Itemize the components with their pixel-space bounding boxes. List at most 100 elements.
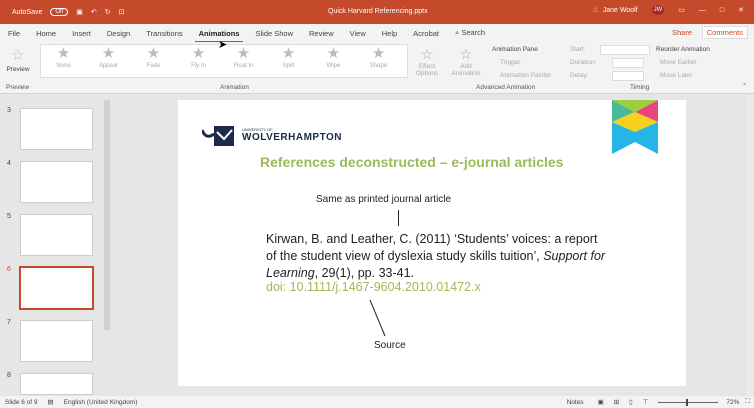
maximize-icon[interactable]: □ [720, 7, 724, 14]
effect-appear[interactable]: ★ Appear [86, 45, 131, 77]
preview-group-label: Preview [6, 84, 30, 91]
effect-label: Appear [98, 63, 119, 69]
slide-sorter-icon[interactable]: ⊞ [614, 398, 619, 406]
share-button[interactable]: Share [672, 28, 692, 37]
effect-float-in[interactable]: ★ Float In [221, 45, 266, 77]
wolverhampton-logo-icon [202, 126, 234, 146]
move-later-button[interactable]: Move Later [660, 72, 693, 79]
autosave-label: AutoSave [12, 8, 43, 16]
thumbnail-scrollbar[interactable] [104, 100, 110, 330]
doi-text: doi: 10.1111/j.1467-9604.2010.01472.x [266, 280, 481, 294]
zoom-slider[interactable] [658, 398, 719, 406]
slideshow-icon[interactable]: ⊤ [643, 398, 649, 406]
animation-pane-button[interactable]: Animation Pane [492, 46, 538, 53]
language-indicator[interactable]: English (United Kingdom) [64, 399, 138, 406]
slide-heading: References deconstructed – e-journal art… [260, 154, 564, 170]
reading-view-icon[interactable]: ▯ [629, 398, 633, 406]
tab-acrobat[interactable]: Acrobat [405, 29, 447, 38]
notes-button[interactable]: Notes [567, 399, 584, 406]
label-same-as-printed: Same as printed journal article [316, 194, 452, 205]
duration-input[interactable] [612, 58, 644, 68]
reorder-label: Reorder Animation [656, 46, 710, 53]
star-icon: ★ [371, 45, 386, 62]
normal-view-icon[interactable]: ▣ [598, 398, 604, 406]
tab-animations[interactable]: Animations [191, 29, 248, 43]
move-earlier-button[interactable]: Move Earlier [660, 59, 696, 66]
present-icon[interactable]: ⊡ [119, 8, 125, 16]
collapse-ribbon-icon[interactable]: ⌃ [742, 82, 747, 90]
effect-label: Float In [233, 63, 254, 69]
animation-painter-button[interactable]: Animation Painter [500, 72, 551, 79]
preview-icon[interactable]: ☆ [6, 46, 30, 64]
effect-options-label: Effect Options [415, 63, 439, 77]
tab-slide-show[interactable]: Slide Show [247, 29, 301, 38]
label-source: Source [374, 340, 406, 351]
effect-none[interactable]: ★ None [41, 45, 86, 77]
slide-number: 7 [7, 319, 11, 326]
slide-thumbnail-selected[interactable] [19, 266, 94, 310]
effect-wipe[interactable]: ★ Wipe [311, 45, 356, 77]
comments-button[interactable]: Comments [701, 26, 748, 39]
slide-thumbnail[interactable] [20, 373, 93, 395]
slide-thumbnail[interactable] [20, 214, 93, 256]
preview-button[interactable]: Preview [6, 66, 29, 73]
tab-help[interactable]: Help [374, 29, 405, 38]
vertical-scrollbar[interactable] [746, 95, 754, 395]
effect-fade[interactable]: ★ Fade [131, 45, 176, 77]
slide-thumbnail[interactable] [20, 108, 93, 150]
search-box[interactable]: ⌕ Search [447, 28, 493, 38]
effect-options-button[interactable]: ☆ Effect Options [414, 46, 440, 77]
tab-insert[interactable]: Insert [64, 29, 99, 38]
close-icon[interactable]: ✕ [738, 6, 744, 14]
slide-counter: Slide 6 of 9 [5, 398, 38, 406]
ribbon: ☆ Preview Preview ★ None ★ Appear ★ Fade ★ F… [0, 42, 754, 94]
slide-number: 8 [7, 372, 11, 379]
tab-transitions[interactable]: Transitions [138, 29, 190, 38]
effect-split[interactable]: ★ Split [266, 45, 311, 77]
autosave-toggle[interactable]: Off [50, 8, 69, 16]
ribbon-display-icon[interactable]: ▭ [678, 6, 685, 14]
mouse-cursor-icon: ➤ [218, 39, 228, 51]
effect-label: Fly In [191, 63, 206, 69]
start-dropdown[interactable] [600, 45, 650, 55]
star-icon: ★ [146, 45, 161, 62]
title-bar: AutoSave Off ▣ ↶ ↻ ⊡ Quick Harvard Refer… [0, 0, 754, 24]
zoom-level[interactable]: 72% [726, 399, 739, 406]
tab-view[interactable]: View [342, 29, 374, 38]
spellcheck-icon[interactable]: ▤ [48, 398, 54, 406]
slide-thumbnail[interactable] [20, 161, 93, 203]
reference-text: Kirwan, B. and Leather, C. (2011) ‘Stude… [266, 231, 606, 282]
effect-shape[interactable]: ★ Shape [356, 45, 401, 77]
minimize-icon[interactable]: — [699, 7, 706, 14]
save-icon[interactable]: ▣ [76, 8, 83, 16]
user-name[interactable]: Jane Woolf [603, 7, 638, 14]
tab-review[interactable]: Review [301, 29, 342, 38]
star-icon: ★ [101, 45, 116, 62]
undo-icon[interactable]: ↶ [91, 8, 97, 16]
slide-number: 6 [7, 266, 11, 273]
tab-home[interactable]: Home [28, 29, 64, 38]
add-animation-button[interactable]: ☆ Add Animation [450, 46, 482, 77]
fit-to-window-icon[interactable]: ⛶ [745, 398, 750, 406]
star-icon: ★ [191, 45, 206, 62]
slide-thumbnail[interactable] [20, 320, 93, 362]
advanced-animation-label: Advanced Animation [476, 84, 536, 91]
trigger-button[interactable]: Trigger [500, 59, 520, 66]
avatar[interactable]: JW [651, 5, 665, 15]
delay-input[interactable] [612, 71, 644, 81]
animation-group-label: Animation [220, 84, 249, 91]
reference-volume: , 29(1), pp. 33-41. [314, 266, 415, 280]
slide-number: 3 [7, 107, 11, 114]
tab-design[interactable]: Design [99, 29, 138, 38]
slide-canvas[interactable]: UNIVERSITY OF WOLVERHAMPTON References de… [178, 100, 686, 386]
university-logo: UNIVERSITY OF WOLVERHAMPTON [202, 124, 342, 146]
window-title: Quick Harvard Referencing.pptx [328, 8, 428, 15]
redo-icon[interactable]: ↻ [105, 8, 111, 16]
duration-label: Duration: [570, 59, 597, 66]
tab-file[interactable]: File [0, 29, 28, 38]
effect-options-icon: ☆ [420, 46, 434, 62]
timing-group-label: Timing [630, 84, 650, 91]
effect-fly-in[interactable]: ★ Fly In [176, 45, 221, 77]
star-icon: ★ [326, 45, 341, 62]
effect-label: Split [282, 63, 295, 69]
